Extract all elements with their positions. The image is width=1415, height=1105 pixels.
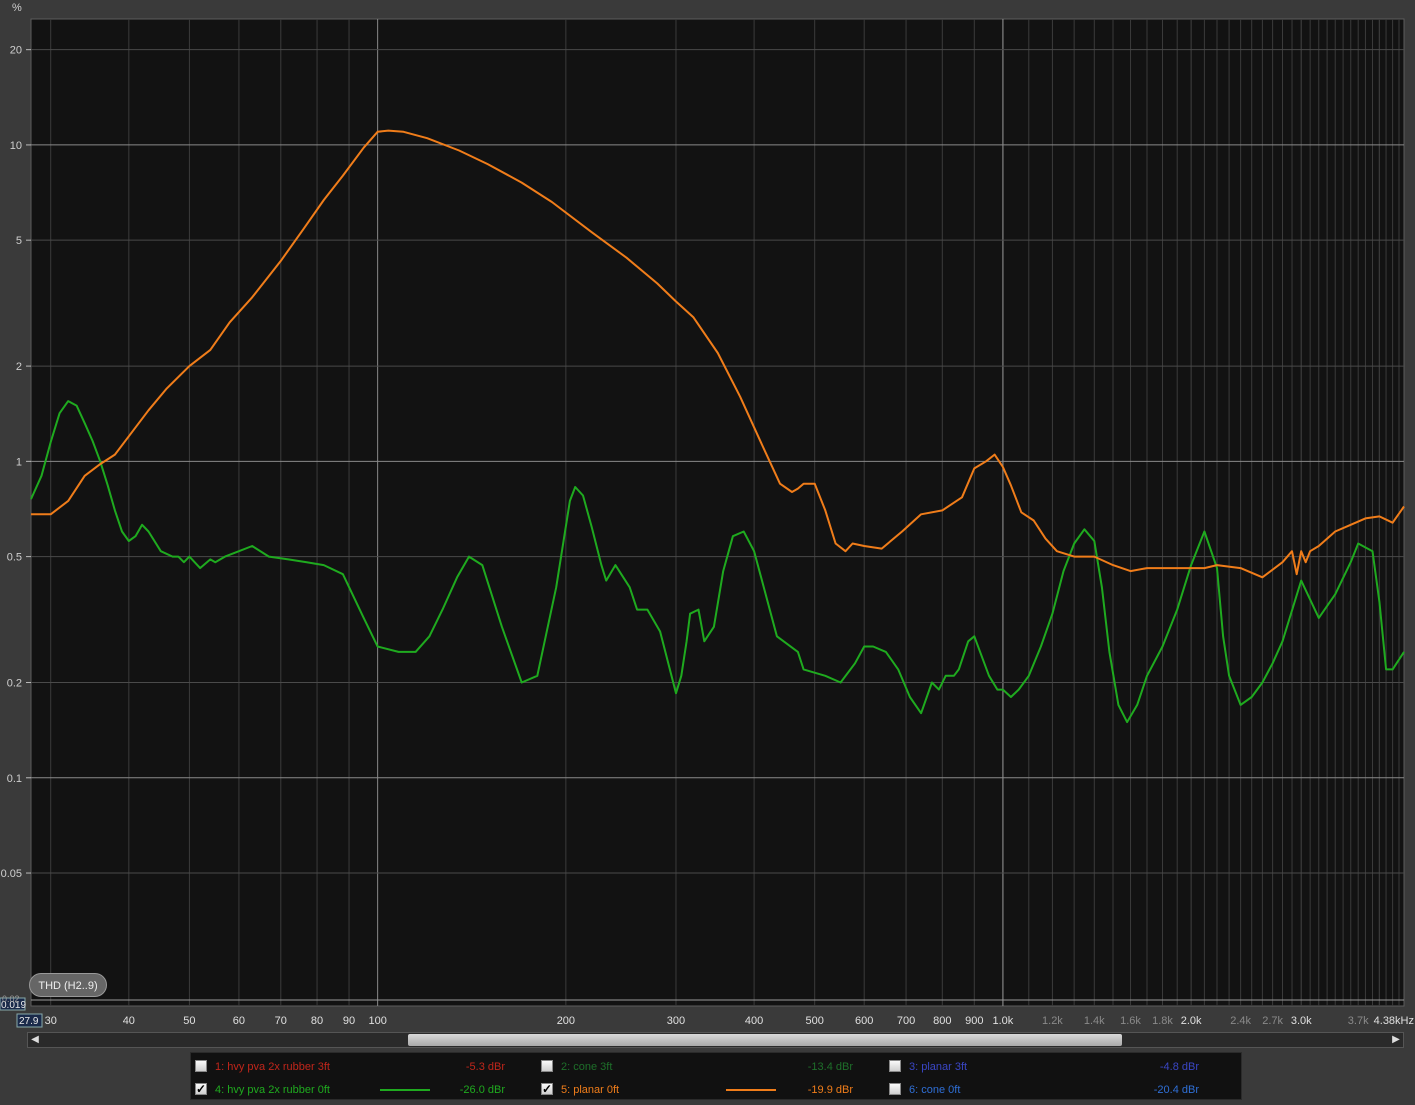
plot-area[interactable] xyxy=(30,18,1405,1007)
x-tick-label: 70 xyxy=(275,1015,287,1027)
legend-value: -4.8 dBr xyxy=(1159,1061,1199,1073)
x-tick-label: 3.7k xyxy=(1348,1015,1369,1027)
x-tick-label: 100 xyxy=(368,1015,386,1027)
x-tick-label: 3.0k xyxy=(1291,1015,1312,1027)
y-tick-label: 20 xyxy=(10,45,22,57)
legend-value: -20.4 dBr xyxy=(1153,1084,1199,1096)
legend-checkbox[interactable] xyxy=(889,1083,901,1095)
x-tick-label: 1.2k xyxy=(1042,1015,1063,1027)
ycut-label: 0.02 xyxy=(2,994,20,1004)
legend-value: -13.4 dBr xyxy=(807,1061,853,1073)
legend-item-3[interactable]: 3: planar 3ft -4.8 dBr xyxy=(889,1057,1219,1077)
x-tick-label: 200 xyxy=(557,1015,575,1027)
legend-checkbox[interactable] xyxy=(195,1060,207,1072)
thd-tag[interactable]: THD (H2..9) xyxy=(29,973,107,997)
x-tick-label: 500 xyxy=(806,1015,824,1027)
x-tick-label: 1.6k xyxy=(1120,1015,1141,1027)
x-tick-label: 800 xyxy=(933,1015,951,1027)
thd-chart[interactable]: 20 10 5 2 1 0.5 0.2 0.1 0.05 30 40 50 60 70 80 90 100 20… xyxy=(0,0,1415,1030)
x-tick-label: 50 xyxy=(183,1015,195,1027)
x-tick-label: 1.0k xyxy=(993,1015,1014,1027)
horizontal-scrollbar[interactable]: ◀ ▶ xyxy=(27,1032,1404,1048)
legend-item-5[interactable]: ✓ 5: planar 0ft -19.9 dBr xyxy=(541,1080,871,1100)
y-tick-label: 2 xyxy=(16,361,22,373)
legend-checkbox[interactable]: ✓ xyxy=(195,1083,207,1095)
legend-label: 1: hvy pva 2x rubber 3ft xyxy=(215,1061,330,1073)
scroll-right-icon[interactable]: ▶ xyxy=(1389,1033,1403,1047)
y-tick-label: 10 xyxy=(10,140,22,152)
y-tick-label: 0.05 xyxy=(1,868,22,880)
legend-value: -19.9 dBr xyxy=(807,1084,853,1096)
legend-label: 5: planar 0ft xyxy=(561,1084,620,1096)
legend-value: -26.0 dBr xyxy=(459,1084,505,1096)
x-tick-label: 300 xyxy=(667,1015,685,1027)
legend-swatch xyxy=(726,1089,776,1091)
legend-checkbox[interactable]: ✓ xyxy=(541,1083,553,1095)
legend-checkbox[interactable] xyxy=(889,1060,901,1072)
x-tick-label: 2.4k xyxy=(1230,1015,1251,1027)
x-tick-label: 1.4k xyxy=(1084,1015,1105,1027)
y-tick-label: 0.2 xyxy=(7,678,22,690)
legend-item-1[interactable]: 1: hvy pva 2x rubber 3ft -5.3 dBr xyxy=(195,1057,525,1077)
x-tick-label: 2.0k xyxy=(1181,1015,1202,1027)
svg-text:27.9: 27.9 xyxy=(19,1016,39,1027)
scroll-thumb[interactable] xyxy=(408,1034,1122,1046)
y-tick-label: 5 xyxy=(16,235,22,247)
legend-label: 6: cone 0ft xyxy=(909,1084,961,1096)
legend-item-4[interactable]: ✓ 4: hvy pva 2x rubber 0ft -26.0 dBr xyxy=(195,1080,525,1100)
xmin-readout: 27.9 xyxy=(16,1013,43,1028)
y-axis-unit: % xyxy=(12,2,22,14)
legend-item-6[interactable]: 6: cone 0ft -20.4 dBr xyxy=(889,1080,1219,1100)
x-tick-label: 400 xyxy=(745,1015,763,1027)
legend-swatch xyxy=(380,1089,430,1091)
y-tick-label: 1 xyxy=(16,456,22,468)
scroll-left-icon[interactable]: ◀ xyxy=(28,1033,42,1047)
x-tick-label: 900 xyxy=(965,1015,983,1027)
legend-label: 4: hvy pva 2x rubber 0ft xyxy=(215,1084,330,1096)
x-tick-label: 60 xyxy=(233,1015,245,1027)
x-tick-label: 4.38kHz xyxy=(1374,1015,1414,1027)
x-tick-label: 30 xyxy=(45,1015,57,1027)
x-tick-label: 40 xyxy=(123,1015,135,1027)
y-tick-label: 0.1 xyxy=(7,773,22,785)
x-tick-label: 90 xyxy=(343,1015,355,1027)
x-tick-label: 1.8k xyxy=(1152,1015,1173,1027)
legend-value: -5.3 dBr xyxy=(465,1061,505,1073)
legend: 1: hvy pva 2x rubber 3ft -5.3 dBr ✓ 4: h… xyxy=(190,1052,1242,1100)
legend-label: 3: planar 3ft xyxy=(909,1061,968,1073)
x-tick-label: 2.7k xyxy=(1262,1015,1283,1027)
y-tick-label: 0.5 xyxy=(7,552,22,564)
legend-label: 2: cone 3ft xyxy=(561,1061,613,1073)
x-tick-label: 80 xyxy=(311,1015,323,1027)
legend-checkbox[interactable] xyxy=(541,1060,553,1072)
chart-svg: 20 10 5 2 1 0.5 0.2 0.1 0.05 30 40 50 60 70 80 90 100 20… xyxy=(0,0,1415,1030)
x-tick-label: 600 xyxy=(855,1015,873,1027)
legend-item-2[interactable]: 2: cone 3ft -13.4 dBr xyxy=(541,1057,871,1077)
x-tick-label: 700 xyxy=(897,1015,915,1027)
